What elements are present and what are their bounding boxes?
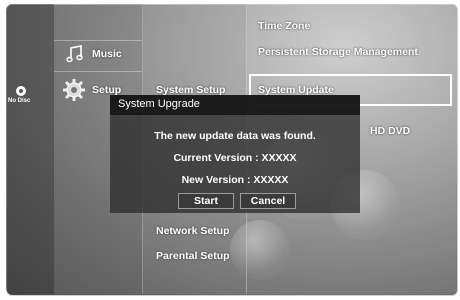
dialog-title: System Upgrade (118, 98, 200, 110)
option-hd-dvd[interactable]: HD DVD (370, 125, 410, 137)
disc-status-column (6, 4, 54, 294)
current-version-text: Current Version : XXXXX (173, 152, 297, 164)
system-upgrade-dialog: System Upgrade The new update data was f… (110, 95, 360, 213)
cancel-button[interactable]: Cancel (240, 193, 296, 209)
tv-menu-screen: No Disc Music Setup System Setup Network… (0, 0, 460, 300)
dialog-message: The new update data was found. (154, 130, 316, 142)
dialog-title-bar: System Upgrade (110, 95, 360, 115)
sub-menu-item-parental-setup[interactable]: Parental Setup (156, 250, 230, 262)
option-persistent-storage[interactable]: Persistent Storage Management (258, 46, 418, 58)
disc-icon (16, 86, 26, 96)
music-note-icon (66, 45, 83, 63)
divider (54, 71, 142, 72)
new-version-text: New Version : XXXXX (181, 174, 289, 186)
main-menu-item-music[interactable]: Music (92, 48, 122, 60)
divider (54, 40, 142, 41)
gear-icon (63, 79, 85, 101)
no-disc-label: No Disc (8, 98, 31, 104)
sub-menu-item-network-setup[interactable]: Network Setup (156, 225, 230, 237)
option-time-zone[interactable]: Time Zone (258, 20, 310, 32)
start-button[interactable]: Start (178, 193, 234, 209)
